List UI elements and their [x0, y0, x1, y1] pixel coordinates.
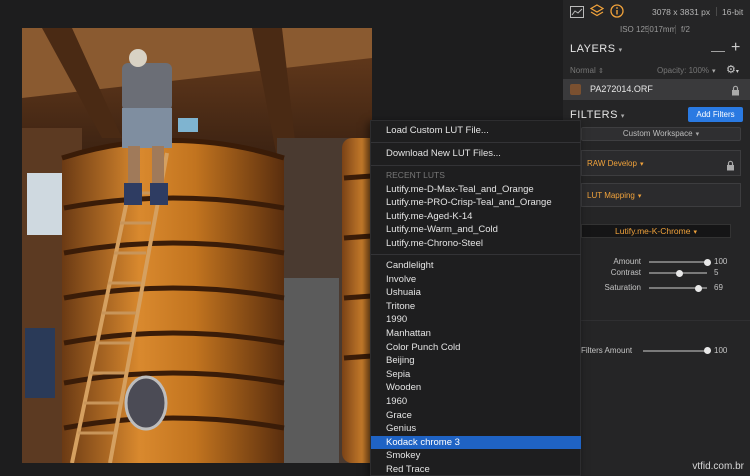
menu-item-lut[interactable]: Grace [371, 409, 581, 423]
lut-mapping-filter[interactable]: LUT Mapping ▾ [581, 183, 741, 207]
layers-stack-icon[interactable] [589, 4, 606, 20]
opacity-label: Opacity: 100% [657, 66, 710, 75]
updown-chevron-icon: ⇕ [598, 68, 604, 75]
layer-name: PA272014.ORF [590, 84, 653, 94]
layers-title-label: LAYERS [570, 43, 616, 55]
menu-item-load-custom-lut[interactable]: Load Custom LUT File... [371, 124, 581, 138]
slider-value-amount: 100 [714, 257, 728, 266]
recent-luts-header: RECENT LUTS [386, 170, 445, 180]
histogram-icon[interactable] [570, 5, 586, 21]
lut-dropdown-menu[interactable]: Load Custom LUT File... Download New LUT… [370, 120, 581, 476]
chevron-down-icon: ▾ [618, 47, 623, 54]
slider-knob-saturation[interactable] [694, 284, 702, 292]
add-layer-button[interactable]: + [731, 39, 740, 57]
chevron-down-icon: ▾ [695, 131, 700, 138]
menu-item-lut[interactable]: Manhattan [371, 327, 581, 341]
blend-mode-select[interactable]: Normal ⇕ [570, 66, 604, 75]
layer-row[interactable]: PA272014.ORF [563, 79, 750, 100]
slider-knob-amount[interactable] [703, 258, 711, 266]
workspace-select[interactable]: Custom Workspace ▾ [581, 127, 741, 141]
right-panel: 3078 x 3831 px 16-bit ISO 1250 17mm f/2 … [563, 0, 750, 476]
watermark: vtfid.com.br [692, 461, 744, 472]
menu-item-lut[interactable]: Sepia [371, 368, 581, 382]
chevron-down-icon: ▾ [693, 229, 697, 236]
chevron-down-icon: ▾ [639, 161, 644, 168]
slider-label-saturation: Saturation [604, 283, 641, 292]
raw-develop-filter[interactable]: RAW Develop ▾ [581, 150, 741, 176]
menu-item-lut[interactable]: 1960 [371, 395, 581, 409]
lut-select[interactable]: Lutify.me-K-Chrome ▾ [581, 224, 731, 238]
menu-item-recent-lut[interactable]: Lutify.me-Aged-K-14 [371, 210, 581, 224]
menu-item-lut[interactable]: Smokey [371, 449, 581, 463]
layers-title[interactable]: LAYERS ▾ [570, 43, 623, 55]
add-filters-button[interactable]: Add Filters [688, 107, 743, 122]
workspace-label: Custom Workspace [622, 129, 693, 138]
lock-icon[interactable] [731, 83, 740, 101]
menu-item-recent-lut[interactable]: Lutify.me-Chrono-Steel [371, 237, 581, 251]
aperture: f/2 [681, 25, 690, 34]
menu-item-lut[interactable]: Candlelight [371, 259, 581, 273]
menu-item-lut[interactable]: Wooden [371, 381, 581, 395]
menu-item-lut[interactable]: Genius [371, 422, 581, 436]
menu-item-lut-selected[interactable]: Kodack chrome 3 [371, 435, 581, 450]
gear-icon[interactable]: ⚙▾ [726, 63, 739, 76]
lut-mapping-label: LUT Mapping [587, 191, 635, 200]
menu-item-download-new-lut[interactable]: Download New LUT Files... [371, 147, 581, 161]
opacity-control[interactable]: Opacity: 100% ▾ [657, 66, 716, 75]
lock-icon[interactable] [726, 158, 735, 176]
slider-label-amount: Amount [613, 257, 641, 266]
chevron-down-icon: ▾ [620, 113, 625, 120]
menu-item-lut[interactable]: Ushuaia [371, 286, 581, 300]
slider-knob-contrast[interactable] [675, 269, 683, 277]
filters-amount-track[interactable] [643, 350, 707, 352]
lut-selected-label: Lutify.me-K-Chrome [615, 226, 691, 236]
slider-value-contrast: 5 [714, 268, 719, 277]
photo-wine-barrels [22, 28, 372, 463]
menu-item-recent-lut[interactable]: Lutify.me-PRO-Crisp-Teal_and_Orange [371, 196, 581, 210]
chevron-down-icon: ▾ [637, 193, 642, 200]
image-dimensions: 3078 x 3831 px [652, 7, 711, 17]
filters-amount-label: Filters Amount [581, 346, 633, 355]
raw-develop-label: RAW Develop [587, 159, 637, 168]
menu-item-lut[interactable]: Involve [371, 273, 581, 287]
bit-depth: 16-bit [722, 7, 744, 17]
menu-item-lut[interactable]: Beijing [371, 354, 581, 368]
menu-item-lut[interactable]: 1990 [371, 313, 581, 327]
menu-item-lut[interactable]: Tritone [371, 300, 581, 314]
menu-item-lut[interactable]: Red Trace [371, 463, 581, 476]
chevron-down-icon: ▾ [712, 68, 716, 75]
info-icon[interactable] [610, 4, 626, 20]
focal-length: 17mm [654, 25, 677, 34]
slider-label-contrast: Contrast [610, 268, 641, 277]
filters-amount-knob[interactable] [703, 347, 711, 354]
photo-preview[interactable] [22, 28, 372, 463]
slider-track-amount[interactable] [649, 261, 707, 263]
blend-mode-label: Normal [570, 66, 596, 75]
slider-value-saturation: 69 [714, 283, 723, 292]
menu-item-recent-lut[interactable]: Lutify.me-Warm_and_Cold [371, 223, 581, 237]
menu-item-lut[interactable]: Color Punch Cold [371, 341, 581, 355]
lut-mapping-title[interactable]: LUT Mapping ▾ [587, 191, 641, 200]
raw-develop-title[interactable]: RAW Develop ▾ [587, 159, 643, 168]
layer-thumbnail [570, 84, 581, 95]
filters-amount-value: 100 [714, 346, 728, 355]
remove-layer-button[interactable]: — [711, 42, 725, 58]
menu-item-recent-lut[interactable]: Lutify.me-D-Max-Teal_and_Orange [371, 183, 581, 197]
